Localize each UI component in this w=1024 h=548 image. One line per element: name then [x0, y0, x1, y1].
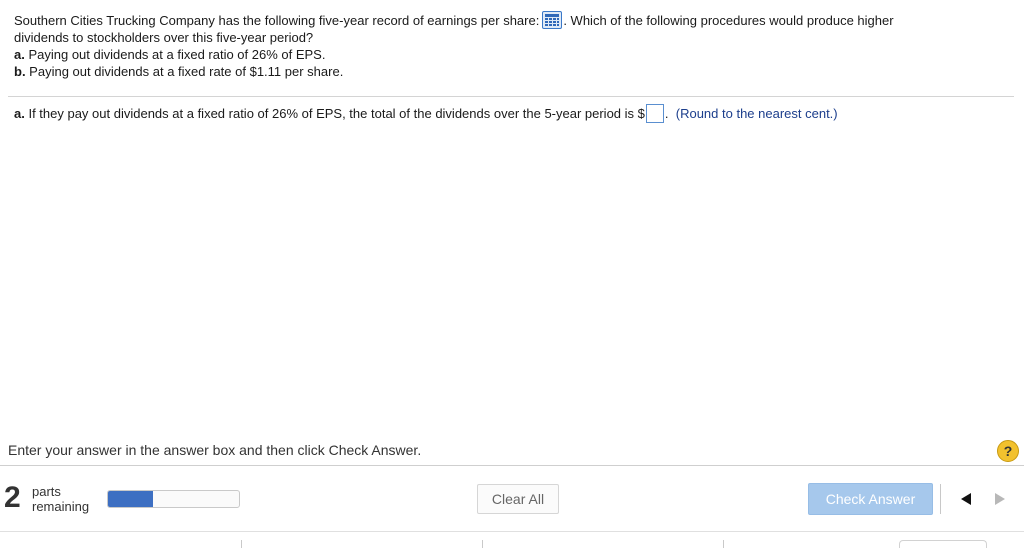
answer-input[interactable]: [645, 103, 664, 123]
question-text: Southern Cities Trucking Company has the…: [14, 11, 1014, 80]
progress-bar-fill: [108, 491, 153, 507]
parts-remaining-count: 2: [4, 481, 21, 514]
footer-divider: [0, 531, 1024, 532]
option-b-label: b.: [14, 64, 26, 80]
option-a-label: a.: [14, 47, 25, 63]
instruction-text: Enter your answer in the answer box and …: [8, 442, 422, 458]
parts-label-line-1: parts: [32, 484, 61, 499]
progress-bar: [107, 490, 240, 508]
nav-separator: [940, 484, 941, 514]
clear-all-button[interactable]: Clear All: [477, 484, 559, 514]
part-a-prompt: a. If they pay out dividends at a fixed …: [14, 103, 838, 123]
question-line-1: Southern Cities Trucking Company has the…: [14, 11, 1014, 30]
option-a: a. Paying out dividends at a fixed ratio…: [14, 46, 1014, 63]
footer-tick: [482, 540, 483, 548]
help-icon[interactable]: ?: [997, 440, 1019, 462]
option-b: b. Paying out dividends at a fixed rate …: [14, 63, 1014, 80]
table-grid-icon[interactable]: [542, 11, 563, 30]
footer-tab[interactable]: [899, 540, 987, 548]
footer-tick: [241, 540, 242, 548]
previous-arrow-icon[interactable]: [953, 484, 981, 514]
next-arrow-icon[interactable]: [985, 484, 1013, 514]
parts-remaining-label: parts remaining: [32, 484, 89, 514]
status-divider: [0, 465, 1024, 466]
part-a-period: .: [664, 106, 669, 121]
option-b-text: Paying out dividends at a fixed rate of …: [25, 64, 344, 80]
question-line-2: dividends to stockholders over this five…: [14, 30, 314, 46]
option-a-text: Paying out dividends at a fixed ratio of…: [24, 47, 326, 63]
part-a-text: If they pay out dividends at a fixed rat…: [24, 106, 645, 121]
question-divider: [8, 96, 1014, 97]
parts-label-line-2: remaining: [32, 499, 90, 514]
question-intro: Southern Cities Trucking Company has the…: [14, 13, 540, 28]
check-answer-button[interactable]: Check Answer: [808, 483, 933, 515]
part-a-label: a.: [14, 106, 25, 121]
question-after-icon: . Which of the following procedures woul…: [563, 13, 894, 28]
footer-tick: [723, 540, 724, 548]
rounding-hint: (Round to the nearest cent.): [675, 106, 838, 121]
